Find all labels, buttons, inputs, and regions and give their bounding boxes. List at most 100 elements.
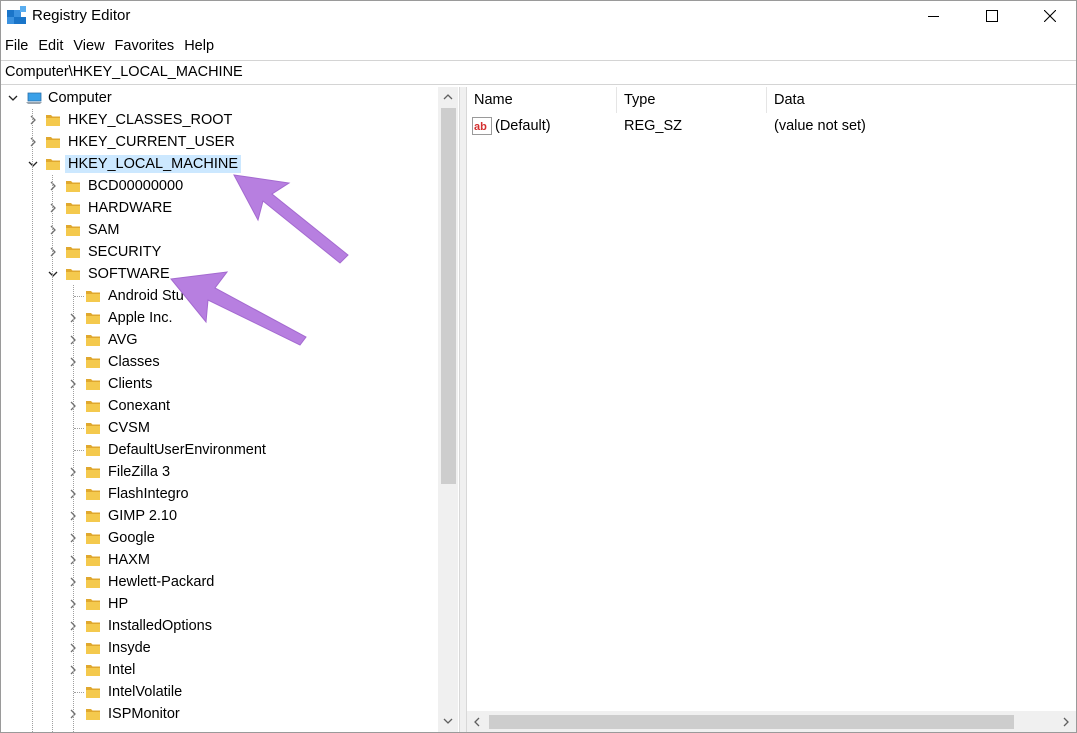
tree-item-label: Hewlett-Packard: [108, 574, 215, 590]
scroll-left-button[interactable]: [467, 711, 487, 732]
key-tree[interactable]: Computer HKEY_CLASSES_ROOT HKEY_CURRENT_US…: [1, 87, 438, 732]
tree-item-subkey[interactable]: Apple Inc.: [65, 307, 176, 329]
folder-icon: [86, 401, 100, 412]
menu-bar: File Edit View Favorites Help: [1, 35, 220, 59]
tree-item-subkey[interactable]: Intel: [65, 659, 138, 681]
value-name: (Default): [495, 118, 551, 134]
tree-item-label: Google: [108, 530, 155, 546]
folder-icon: [86, 687, 100, 698]
registry-editor-window: Registry Editor File Edit View Favorites…: [0, 0, 1077, 733]
registry-editor-icon: [7, 6, 26, 24]
tree-item-subkey[interactable]: DefaultUserEnvironment: [65, 439, 269, 461]
tree-item-subkey[interactable]: FileZilla 3: [65, 461, 173, 483]
tree-item-subkey[interactable]: FlashIntegro: [65, 483, 192, 505]
tree-item-label: Intel: [108, 662, 136, 678]
folder-icon: [86, 555, 100, 566]
minimize-button[interactable]: [905, 1, 963, 31]
tree-item-key[interactable]: SECURITY: [45, 241, 164, 263]
tree-item-label: SAM: [88, 222, 120, 238]
folder-icon: [86, 423, 100, 434]
folder-icon: [46, 159, 60, 170]
tree-item-subkey[interactable]: Conexant: [65, 395, 173, 417]
tree-guide-line: [73, 285, 74, 732]
address-bar[interactable]: Computer\HKEY_LOCAL_MACHINE: [1, 60, 1076, 85]
expand-chevron-down-icon[interactable]: [45, 266, 61, 282]
tree-item-computer[interactable]: Computer: [5, 87, 115, 109]
pane-splitter[interactable]: [459, 87, 467, 732]
tree-item-label: IntelVolatile: [108, 684, 183, 700]
expand-chevron-right-icon[interactable]: [45, 244, 61, 260]
tree-item-label: FlashIntegro: [108, 486, 189, 502]
tree-item-hive[interactable]: HKEY_CLASSES_ROOT: [25, 109, 235, 131]
expand-chevron-right-icon[interactable]: [45, 222, 61, 238]
maximize-button[interactable]: [963, 1, 1021, 31]
expand-chevron-right-icon[interactable]: [45, 178, 61, 194]
column-header-data[interactable]: Data: [767, 87, 1076, 113]
tree-item-key[interactable]: BCD00000000: [45, 175, 186, 197]
menu-favorites[interactable]: Favorites: [111, 35, 179, 59]
tree-item-label: Classes: [108, 354, 160, 370]
tree-item-subkey[interactable]: Classes: [65, 351, 163, 373]
menu-view[interactable]: View: [69, 35, 108, 59]
tree-item-label: CVSM: [108, 420, 150, 436]
minimize-icon: [928, 16, 939, 17]
chevron-right-icon: [1063, 717, 1069, 727]
close-button[interactable]: [1021, 1, 1076, 31]
expand-chevron-down-icon[interactable]: [5, 90, 21, 106]
svg-text:ab: ab: [474, 121, 487, 133]
menu-help[interactable]: Help: [180, 35, 218, 59]
scroll-up-button[interactable]: [438, 87, 458, 107]
scroll-thumb[interactable]: [489, 715, 1014, 729]
folder-icon: [86, 577, 100, 588]
tree-item-label: Computer: [48, 90, 112, 106]
expand-chevron-right-icon[interactable]: [45, 200, 61, 216]
chevron-down-icon: [443, 718, 453, 724]
tree-item-key[interactable]: SAM: [45, 219, 122, 241]
menu-file[interactable]: File: [1, 35, 32, 59]
folder-icon: [86, 467, 100, 478]
tree-item-subkey[interactable]: GIMP 2.10: [65, 505, 180, 527]
tree-item-subkey[interactable]: HAXM: [65, 549, 153, 571]
tree-guide-line: [32, 109, 33, 732]
expand-chevron-right-icon[interactable]: [25, 134, 41, 150]
tree-item-key[interactable]: SOFTWARE: [45, 263, 173, 285]
tree-item-subkey[interactable]: Clients: [65, 373, 155, 395]
tree-guide-tick: [74, 450, 84, 451]
tree-item-subkey[interactable]: AVG: [65, 329, 141, 351]
folder-icon: [86, 621, 100, 632]
folder-icon: [86, 599, 100, 610]
tree-item-subkey[interactable]: ISPMonitor: [65, 703, 183, 725]
folder-icon: [86, 357, 100, 368]
tree-item-label: DefaultUserEnvironment: [108, 442, 266, 458]
title-bar[interactable]: Registry Editor: [1, 1, 1076, 33]
scroll-right-button[interactable]: [1056, 711, 1076, 732]
scroll-down-button[interactable]: [438, 711, 458, 731]
folder-icon: [66, 269, 80, 280]
tree-item-subkey[interactable]: Hewlett-Packard: [65, 571, 217, 593]
value-name-cell: ab (Default): [472, 115, 617, 137]
folder-icon: [86, 379, 100, 390]
tree-item-subkey[interactable]: Google: [65, 527, 158, 549]
tree-item-hive[interactable]: HKEY_LOCAL_MACHINE: [25, 153, 242, 175]
values-pane: Name Type Data ab (Default) REG_SZ (valu…: [467, 87, 1076, 732]
values-horizontal-scrollbar[interactable]: [467, 711, 1076, 732]
folder-icon: [86, 511, 100, 522]
value-row[interactable]: ab (Default) REG_SZ (value not set): [467, 115, 1076, 137]
column-header-type[interactable]: Type: [617, 87, 767, 113]
expand-chevron-right-icon[interactable]: [25, 112, 41, 128]
tree-item-subkey[interactable]: InstalledOptions: [65, 615, 215, 637]
tree-item-hive[interactable]: HKEY_CURRENT_USER: [25, 131, 238, 153]
tree-item-subkey[interactable]: HP: [65, 593, 131, 615]
tree-item-key[interactable]: HARDWARE: [45, 197, 175, 219]
scroll-thumb[interactable]: [441, 108, 456, 484]
expand-chevron-down-icon[interactable]: [25, 156, 41, 172]
tree-guide-tick: [74, 692, 84, 693]
tree-item-label: SOFTWARE: [88, 266, 170, 282]
tree-item-label: Apple Inc.: [108, 310, 173, 326]
value-data: (value not set): [774, 118, 866, 134]
tree-item-label: InstalledOptions: [108, 618, 212, 634]
tree-vertical-scrollbar[interactable]: [438, 87, 458, 732]
column-header-name[interactable]: Name: [467, 87, 617, 113]
menu-edit[interactable]: Edit: [34, 35, 67, 59]
tree-item-subkey[interactable]: Insyde: [65, 637, 154, 659]
